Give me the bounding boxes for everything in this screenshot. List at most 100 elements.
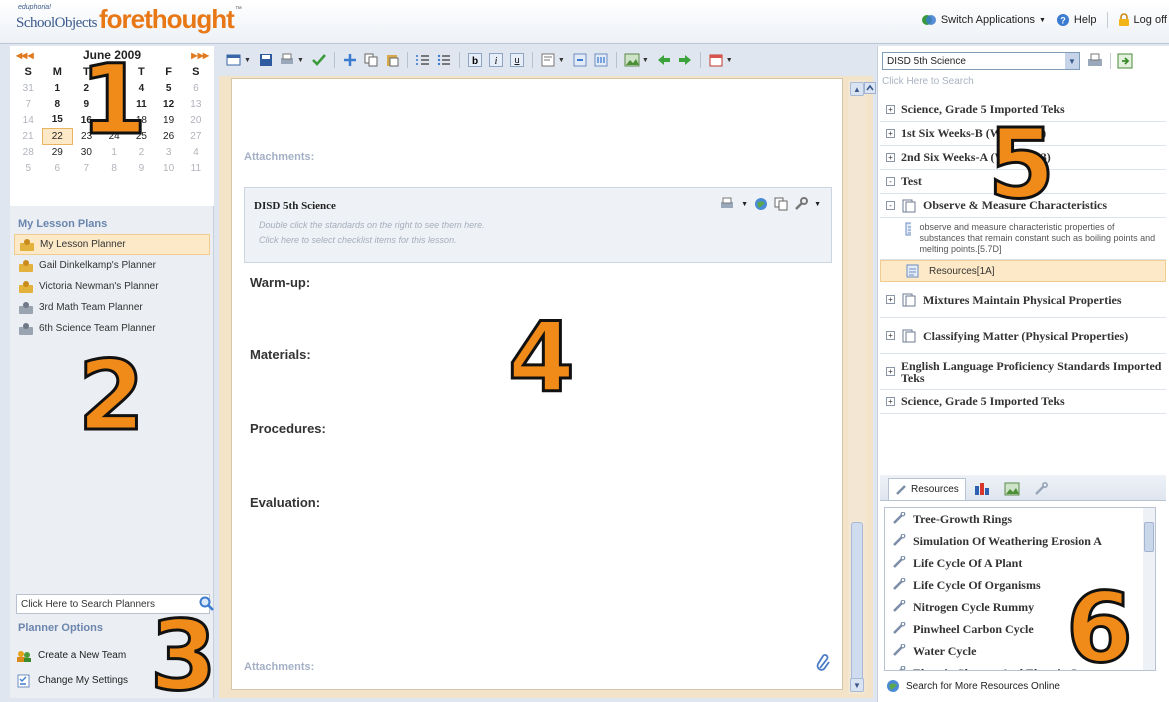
scroll-down-icon[interactable]: ▼ [850,678,864,692]
standard-text[interactable]: observe and measure characteristic prope… [880,218,1166,260]
calendar-day[interactable]: 6 [182,80,209,96]
calendar-day[interactable]: 9 [72,96,100,112]
prev-year-button[interactable]: ◀◀ ◀ [16,51,34,60]
resource-item[interactable]: Life Cycle Of A Plant [885,552,1155,574]
chevron-down-icon[interactable]: ▼ [642,57,649,64]
lesson-plan-item[interactable]: 6th Science Team Planner [14,318,210,339]
tab-resources[interactable]: Resources [888,478,966,500]
calendar-day[interactable]: 2 [72,80,100,96]
expand-icon[interactable]: + [886,105,895,114]
resource-item[interactable]: Nitrogen Cycle Rummy [885,596,1155,618]
print-icon[interactable] [1086,53,1104,69]
calendar-day[interactable]: 1 [42,80,72,96]
calendar-day[interactable]: 8 [42,96,72,112]
resource-item[interactable]: Electric Charges And Electric Curren [885,662,1155,670]
underline-button[interactable]: u [508,51,526,69]
standards-box[interactable]: DISD 5th Science Double click the standa… [244,187,832,263]
lesson-plan-item[interactable]: 3rd Math Team Planner [14,297,210,318]
format-button[interactable] [539,51,557,69]
search-more-resources-link[interactable]: Search for More Resources Online [886,679,1060,693]
calendar-day[interactable]: 15 [42,112,72,128]
spellcheck-button[interactable] [310,51,328,69]
bullet-list-button[interactable] [435,51,453,69]
chevron-down-icon[interactable]: ▼ [741,201,748,208]
planner-search-input[interactable]: Click Here to Search Planners [16,594,214,614]
tree-node[interactable]: +2nd Six Weeks-A (Weeks 1-3) [880,146,1166,170]
calendar-day[interactable]: 14 [14,112,42,128]
chevron-down-icon[interactable]: ▼ [244,57,251,64]
calendar-day[interactable]: 1 [101,144,128,160]
calendar-day[interactable]: 23 [72,128,100,144]
outdent-button[interactable] [592,51,610,69]
resource-item[interactable]: Tree-Growth Rings [885,508,1155,530]
calendar-day[interactable]: 30 [72,144,100,160]
tree-node[interactable]: + Mixtures Maintain Physical Properties [880,282,1166,318]
save-button[interactable] [257,51,275,69]
tree-node[interactable]: + English Language Proficiency Standards … [880,354,1166,390]
print-icon[interactable] [719,197,735,211]
calendar-day[interactable]: 7 [72,160,100,176]
chevron-down-icon[interactable]: ▼ [814,201,821,208]
lesson-plan-item[interactable]: My Lesson Planner [14,234,210,255]
standards-search-input[interactable]: Click Here to Search [882,76,974,87]
tree-node[interactable]: - Test [880,170,1166,194]
previous-day-button[interactable] [655,51,673,69]
resource-item[interactable]: Pinwheel Carbon Cycle [885,618,1155,640]
expand-icon[interactable]: + [886,295,895,304]
collapse-icon[interactable]: - [886,177,895,186]
calendar-day[interactable]: 27 [182,128,209,144]
collapse-icon[interactable]: - [886,201,895,210]
calendar-day[interactable]: 19 [155,112,182,128]
copy-button[interactable] [362,51,380,69]
scrollbar-thumb[interactable] [851,522,863,687]
resource-item[interactable]: Water Cycle [885,640,1155,662]
new-lesson-button[interactable] [225,51,243,69]
calendar-day[interactable]: 5 [14,160,42,176]
calendar-day[interactable]: 10 [101,96,128,112]
log-off-button[interactable]: Log off [1118,13,1167,27]
numbered-list-button[interactable] [414,51,432,69]
bold-button[interactable]: b [466,51,484,69]
lesson-plan-item[interactable]: Victoria Newman's Planner [14,276,210,297]
next-year-button[interactable]: ▶ ▶▶ [191,51,209,60]
tab-tools[interactable] [1028,478,1054,500]
calendar-day[interactable]: 21 [14,128,42,144]
resource-item[interactable]: Simulation Of Weathering Erosion A [885,530,1155,552]
switch-applications-button[interactable]: Switch Applications ▼ [921,13,1046,27]
editor-scrollbar[interactable]: ▲ ▼ [848,80,866,694]
tab-images[interactable] [998,478,1026,500]
resource-scrollbar[interactable] [1143,508,1155,670]
search-icon[interactable] [199,596,215,612]
standard-resources-item[interactable]: Resources[1A] [880,260,1166,282]
paste-button[interactable] [383,51,401,69]
tab-chart[interactable] [968,478,996,500]
print-button[interactable] [278,51,296,69]
chevron-down-icon[interactable]: ▼ [558,57,565,64]
calendar-day[interactable]: 17 [101,112,128,128]
expand-icon[interactable]: + [886,331,895,340]
expand-icon[interactable]: + [886,129,895,138]
export-icon[interactable] [1117,53,1133,69]
calendar-day[interactable]: 11 [128,96,155,112]
scroll-up-icon[interactable]: ▲ [850,82,864,96]
scrollbar-thumb[interactable] [1144,522,1154,552]
calendar-view-button[interactable] [707,51,725,69]
resource-item[interactable]: Life Cycle Of Organisms [885,574,1155,596]
planner-option-item[interactable]: Create a New Team [16,643,212,668]
chevron-down-icon[interactable]: ▼ [726,57,733,64]
copy-icon[interactable] [774,197,788,211]
calendar-day[interactable]: 10 [155,160,182,176]
calendar-day[interactable]: 28 [14,144,42,160]
calendar-day[interactable]: 18 [128,112,155,128]
calendar-day[interactable]: 9 [128,160,155,176]
calendar-day[interactable]: 2 [128,144,155,160]
calendar-day[interactable]: 12 [155,96,182,112]
calendar-day[interactable]: 26 [155,128,182,144]
calendar-day[interactable]: 16 [72,112,100,128]
expand-icon[interactable]: + [886,397,895,406]
calendar-day[interactable]: 11 [182,160,209,176]
calendar-day[interactable]: 8 [101,160,128,176]
chevron-down-icon[interactable]: ▼ [297,57,304,64]
calendar-day[interactable]: 20 [182,112,209,128]
course-select[interactable]: DISD 5th Science ▼ [882,52,1080,70]
